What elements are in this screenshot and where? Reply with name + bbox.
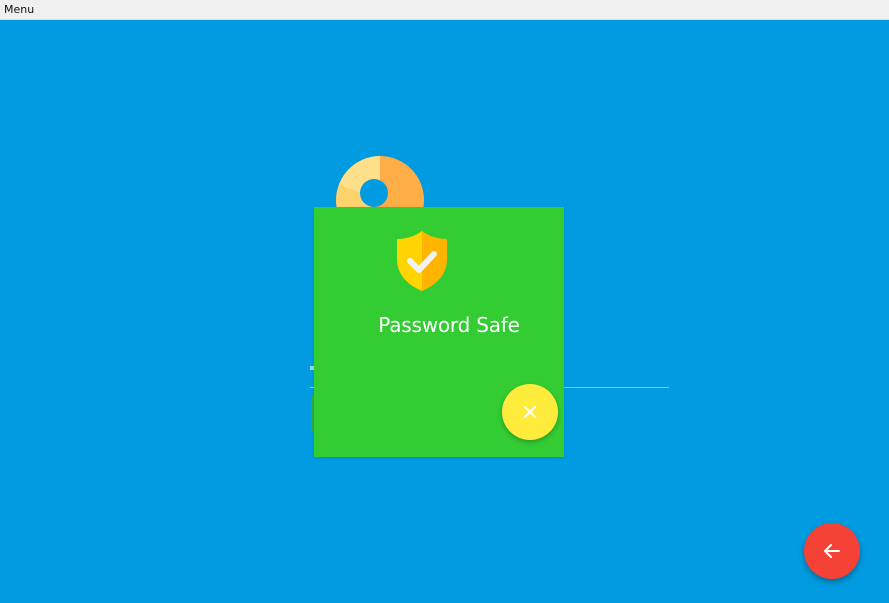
arrow-left-icon [824, 544, 840, 558]
back-button[interactable] [804, 523, 860, 579]
close-button[interactable] [502, 384, 558, 440]
password-safe-dialog: Password Safe [314, 207, 564, 457]
menu-item-menu[interactable]: Menu [4, 3, 34, 17]
dialog-title: Password Safe [378, 313, 520, 337]
menu-bar: Menu [0, 0, 889, 20]
shield-check-icon [394, 229, 450, 293]
close-icon [524, 406, 536, 418]
